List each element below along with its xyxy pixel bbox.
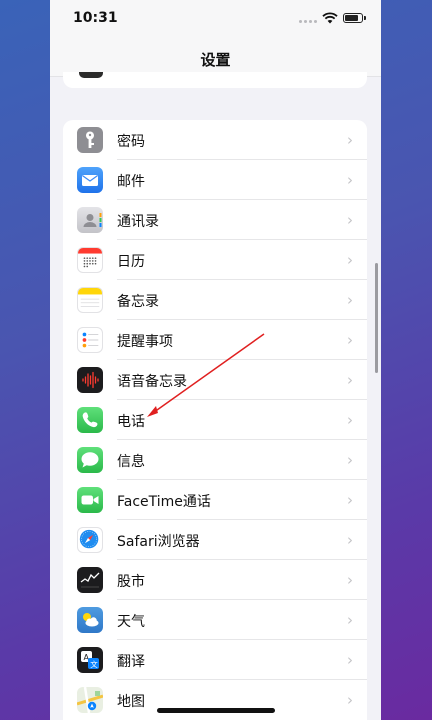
row-label: 提醒事项 bbox=[117, 334, 173, 350]
previous-settings-group bbox=[63, 72, 367, 88]
safari-icon bbox=[77, 527, 103, 553]
row-label: 信息 bbox=[117, 454, 145, 470]
row-label: 日历 bbox=[117, 254, 145, 270]
row-label: 通讯录 bbox=[117, 214, 159, 230]
apps-settings-group: 密码 › 邮件 › 通讯录 › 日历 › 备忘录 › 提醒事项 › 语音备忘录 … bbox=[63, 120, 367, 720]
settings-row-voice-memos[interactable]: 语音备忘录 › bbox=[63, 360, 367, 400]
settings-row-phone[interactable]: 电话 › bbox=[63, 400, 367, 440]
facetime-icon bbox=[77, 487, 103, 513]
settings-row-contacts[interactable]: 通讯录 › bbox=[63, 200, 367, 240]
chevron-right-icon: › bbox=[347, 691, 353, 709]
messages-icon bbox=[77, 447, 103, 473]
chevron-right-icon: › bbox=[347, 291, 353, 309]
voice-memos-icon bbox=[77, 367, 103, 393]
row-label: 天气 bbox=[117, 614, 145, 630]
chevron-right-icon: › bbox=[347, 651, 353, 669]
chevron-right-icon: › bbox=[347, 171, 353, 189]
settings-row-mail[interactable]: 邮件 › bbox=[63, 160, 367, 200]
contacts-icon bbox=[77, 207, 103, 233]
chevron-right-icon: › bbox=[347, 411, 353, 429]
chevron-right-icon: › bbox=[347, 131, 353, 149]
battery-icon bbox=[343, 13, 366, 23]
chevron-right-icon: › bbox=[347, 571, 353, 589]
row-label: FaceTime通话 bbox=[117, 494, 211, 510]
settings-row-safari[interactable]: Safari浏览器 › bbox=[63, 520, 367, 560]
settings-row-notes[interactable]: 备忘录 › bbox=[63, 280, 367, 320]
stocks-icon bbox=[77, 567, 103, 593]
chevron-right-icon: › bbox=[347, 611, 353, 629]
phone-icon bbox=[77, 407, 103, 433]
svg-text:文: 文 bbox=[90, 659, 98, 669]
row-label: Safari浏览器 bbox=[117, 534, 200, 550]
chevron-right-icon: › bbox=[347, 531, 353, 549]
status-time: 10:31 bbox=[73, 10, 118, 26]
wifi-icon bbox=[322, 12, 338, 24]
partial-app-icon bbox=[79, 72, 103, 78]
settings-row-reminders[interactable]: 提醒事项 › bbox=[63, 320, 367, 360]
settings-row-messages[interactable]: 信息 › bbox=[63, 440, 367, 480]
chevron-right-icon: › bbox=[347, 211, 353, 229]
settings-row-maps[interactable]: 地图 › bbox=[63, 680, 367, 720]
maps-icon bbox=[77, 687, 103, 713]
status-icons bbox=[299, 12, 366, 24]
chevron-right-icon: › bbox=[347, 251, 353, 269]
chevron-right-icon: › bbox=[347, 491, 353, 509]
row-label: 翻译 bbox=[117, 654, 145, 670]
chevron-right-icon: › bbox=[347, 451, 353, 469]
scrollbar[interactable] bbox=[375, 263, 378, 373]
key-icon bbox=[77, 127, 103, 153]
chevron-right-icon: › bbox=[347, 331, 353, 349]
row-label: 电话 bbox=[117, 414, 145, 430]
settings-row-calendar[interactable]: 日历 › bbox=[63, 240, 367, 280]
home-indicator[interactable] bbox=[157, 708, 275, 713]
weather-icon bbox=[77, 607, 103, 633]
settings-row-weather[interactable]: 天气 › bbox=[63, 600, 367, 640]
settings-row-translate[interactable]: A文 翻译 › bbox=[63, 640, 367, 680]
notes-icon bbox=[77, 287, 103, 313]
row-label: 语音备忘录 bbox=[117, 374, 187, 390]
settings-row-passwords[interactable]: 密码 › bbox=[63, 120, 367, 160]
row-label: 地图 bbox=[117, 694, 145, 710]
row-label: 密码 bbox=[117, 134, 145, 150]
calendar-icon bbox=[77, 247, 103, 273]
row-label: 备忘录 bbox=[117, 294, 159, 310]
settings-row-stocks[interactable]: 股市 › bbox=[63, 560, 367, 600]
settings-row-facetime[interactable]: FaceTime通话 › bbox=[63, 480, 367, 520]
mail-icon bbox=[77, 167, 103, 193]
row-label: 邮件 bbox=[117, 174, 145, 190]
settings-screen: 10:31 设置 密码 › 邮件 › 通讯录 › 日历 › 备忘录 › 提醒事项… bbox=[50, 0, 381, 720]
cellular-signal-icon bbox=[299, 14, 317, 23]
status-bar: 10:31 bbox=[50, 0, 381, 40]
reminders-icon bbox=[77, 327, 103, 353]
page-title: 设置 bbox=[200, 51, 231, 69]
translate-icon: A文 bbox=[77, 647, 103, 673]
chevron-right-icon: › bbox=[347, 371, 353, 389]
row-label: 股市 bbox=[117, 574, 145, 590]
